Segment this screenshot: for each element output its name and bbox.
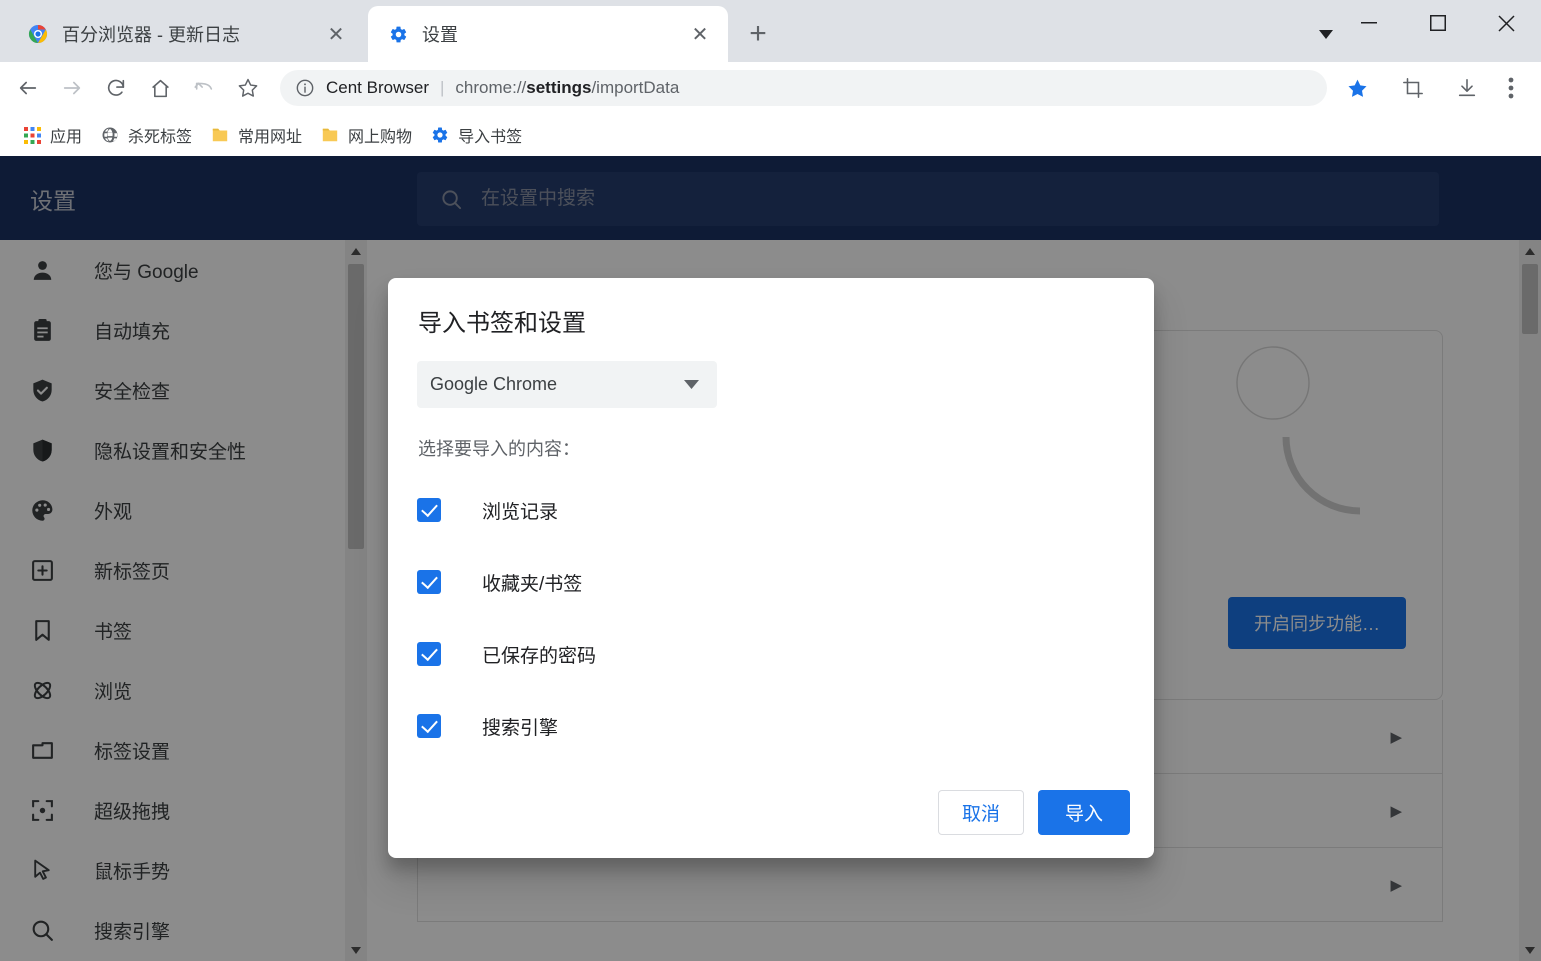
menu-icon[interactable] bbox=[1489, 66, 1533, 110]
dialog-subtitle: 选择要导入的内容： bbox=[418, 439, 580, 459]
download-icon[interactable] bbox=[1445, 66, 1489, 110]
new-tab-button[interactable]: + bbox=[740, 16, 776, 52]
globe-icon bbox=[100, 125, 120, 145]
omnibox-brand: Cent Browser bbox=[326, 78, 429, 97]
maximize-button[interactable] bbox=[1403, 0, 1472, 46]
bookmark-label: 导入书签 bbox=[458, 129, 523, 146]
omnibox-url: chrome://settings/importData bbox=[455, 78, 680, 97]
tab-settings[interactable]: 设置 ✕ bbox=[368, 6, 728, 62]
import-dialog: 导入书签和设置 Google Chrome 选择要导入的内容： 浏览记录 收藏夹… bbox=[388, 278, 1154, 858]
bookmark-label: 杀死标签 bbox=[128, 129, 193, 146]
apps-grid-icon bbox=[22, 125, 42, 145]
folder-icon bbox=[320, 125, 340, 145]
undo-icon[interactable] bbox=[182, 66, 226, 110]
minimize-button[interactable] bbox=[1334, 0, 1403, 46]
checkbox-row-search-engines[interactable]: 搜索引擎 bbox=[417, 690, 1117, 762]
checkbox-label: 浏览记录 bbox=[482, 501, 559, 523]
site-info-icon[interactable] bbox=[294, 77, 316, 99]
tab-close-button[interactable]: ✕ bbox=[322, 20, 350, 48]
dialog-actions: 取消 导入 bbox=[937, 790, 1130, 835]
browser-toolbar: Cent Browser | chrome://settings/importD… bbox=[0, 62, 1541, 114]
checkbox-checked-icon[interactable] bbox=[417, 498, 441, 522]
crop-icon[interactable] bbox=[1391, 66, 1435, 110]
close-button[interactable] bbox=[1472, 0, 1541, 46]
tab-title: 百分浏览器 - 更新日志 bbox=[62, 25, 240, 45]
bookmark-label: 常用网址 bbox=[238, 129, 303, 146]
address-bar[interactable]: Cent Browser | chrome://settings/importD… bbox=[280, 70, 1327, 106]
checkbox-label: 搜索引擎 bbox=[482, 717, 559, 739]
omnibox-separator: | bbox=[439, 78, 445, 97]
tab-strip: 百分浏览器 - 更新日志 ✕ 设置 ✕ + bbox=[0, 0, 1541, 62]
star-filled-icon[interactable] bbox=[1335, 66, 1379, 110]
folder-icon bbox=[210, 125, 230, 145]
checkbox-checked-icon[interactable] bbox=[417, 714, 441, 738]
checkbox-checked-icon[interactable] bbox=[417, 570, 441, 594]
bookmark-star-icon[interactable] bbox=[226, 66, 270, 110]
import-source-dropdown[interactable]: Google Chrome bbox=[417, 361, 717, 408]
forward-icon[interactable] bbox=[50, 66, 94, 110]
checkbox-row-bookmarks[interactable]: 收藏夹/书签 bbox=[417, 546, 1117, 618]
back-icon[interactable] bbox=[6, 66, 50, 110]
bookmark-import[interactable]: 导入书签 bbox=[422, 120, 530, 150]
cancel-button[interactable]: 取消 bbox=[937, 790, 1024, 835]
gear-icon bbox=[430, 125, 450, 145]
import-button[interactable]: 导入 bbox=[1037, 790, 1130, 835]
checkbox-label: 收藏夹/书签 bbox=[482, 573, 583, 595]
tab-close-button[interactable]: ✕ bbox=[686, 20, 714, 48]
cent-browser-icon bbox=[28, 24, 48, 44]
checkbox-row-passwords[interactable]: 已保存的密码 bbox=[417, 618, 1117, 690]
checkbox-label: 已保存的密码 bbox=[482, 645, 597, 667]
dialog-title: 导入书签和设置 bbox=[418, 310, 586, 337]
bookmark-kill-tabs[interactable]: 杀死标签 bbox=[92, 120, 200, 150]
bookmark-online-shopping[interactable]: 网上购物 bbox=[312, 120, 420, 150]
tab-changelog[interactable]: 百分浏览器 - 更新日志 ✕ bbox=[8, 6, 364, 62]
checkbox-row-history[interactable]: 浏览记录 bbox=[417, 474, 1117, 546]
import-source-value: Google Chrome bbox=[430, 374, 558, 394]
bookmark-label: 应用 bbox=[50, 129, 83, 146]
import-items-list: 浏览记录 收藏夹/书签 已保存的密码 搜索引擎 bbox=[417, 474, 1117, 762]
home-icon[interactable] bbox=[138, 66, 182, 110]
bookmark-common-sites[interactable]: 常用网址 bbox=[202, 120, 310, 150]
checkbox-checked-icon[interactable] bbox=[417, 642, 441, 666]
window-controls bbox=[1334, 0, 1541, 62]
bookmark-label: 网上购物 bbox=[348, 129, 413, 146]
bookmark-apps[interactable]: 应用 bbox=[14, 120, 90, 150]
browser-window: 百分浏览器 - 更新日志 ✕ 设置 ✕ + Cent Browser | chr… bbox=[0, 0, 1541, 961]
bookmarks-bar: 应用 杀死标签 常用网址 网上购物 导入书签 bbox=[0, 114, 1541, 156]
reload-icon[interactable] bbox=[94, 66, 138, 110]
tab-title: 设置 bbox=[422, 25, 458, 45]
chevron-down-icon bbox=[684, 377, 699, 392]
gear-icon bbox=[388, 24, 408, 44]
